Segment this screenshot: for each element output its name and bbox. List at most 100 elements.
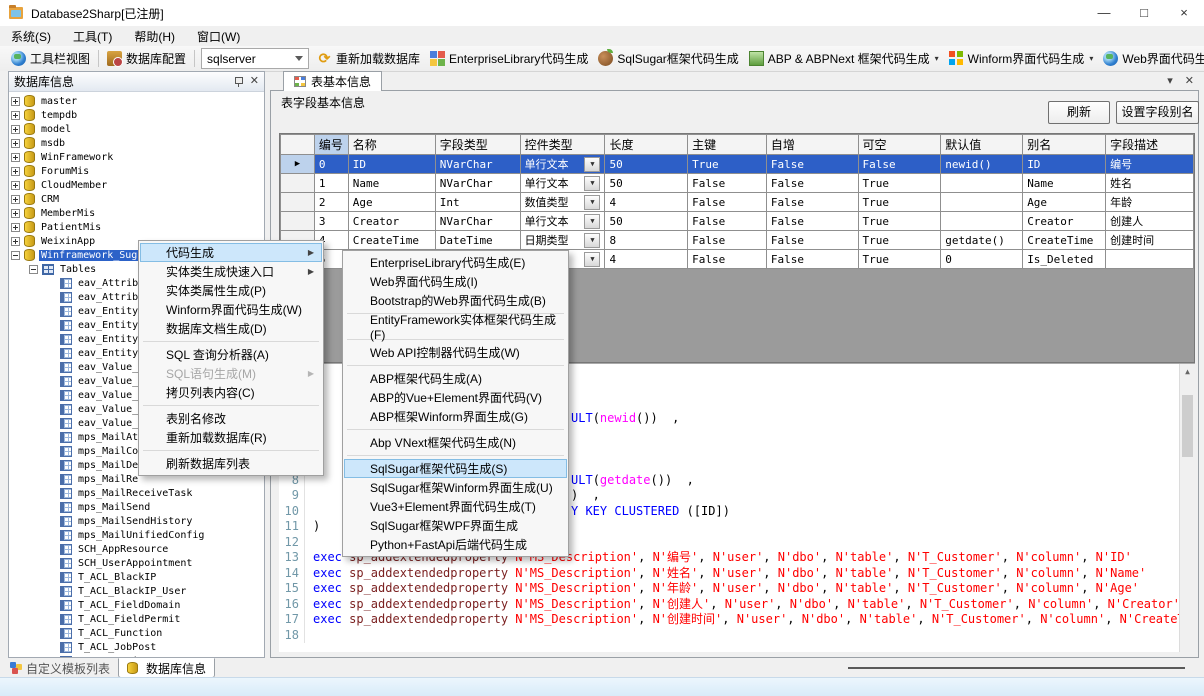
submenu-item[interactable]: ABP框架Winform界面生成(G) <box>344 407 567 426</box>
submenu-item[interactable]: Abp VNext框架代码生成(N) <box>344 433 567 452</box>
grid-cell[interactable]: ID <box>1023 155 1106 174</box>
grid-cell[interactable]: CreateTime <box>348 231 435 250</box>
grid-cell[interactable] <box>941 212 1023 231</box>
grid-cell[interactable]: Age <box>1023 193 1106 212</box>
grid-cell[interactable]: 2 <box>314 193 348 212</box>
row-header-cell[interactable] <box>281 212 315 231</box>
expand-icon[interactable] <box>11 111 20 120</box>
control-type-combo[interactable]: 单行文本▼ <box>525 156 601 172</box>
submenu-item[interactable]: ABP框架代码生成(A) <box>344 369 567 388</box>
submenu-item[interactable]: Vue3+Element界面代码生成(T) <box>344 497 567 516</box>
grid-cell[interactable]: False <box>688 231 767 250</box>
maximize-button[interactable]: □ <box>1124 0 1164 26</box>
grid-cell[interactable]: 姓名 <box>1106 174 1194 193</box>
context-menu-item[interactable]: 重新加载数据库(R) <box>140 428 322 447</box>
menu-help[interactable]: 帮助(H) <box>123 26 186 47</box>
tree-item[interactable]: mps_MailUnifiedConfig <box>11 528 264 542</box>
grid-cell[interactable]: True <box>858 250 941 269</box>
grid-cell[interactable]: True <box>688 155 767 174</box>
refresh-button[interactable]: 刷新 <box>1048 101 1110 124</box>
submenu-item[interactable]: SqlSugar框架Winform界面生成(U) <box>344 478 567 497</box>
grid-column-header[interactable]: 别名 <box>1023 135 1106 155</box>
grid-cell[interactable]: False <box>766 231 858 250</box>
context-menu-item[interactable]: 代码生成▶ <box>140 243 322 262</box>
grid-cell[interactable]: 8 <box>605 231 688 250</box>
context-menu-item[interactable]: 表别名修改 <box>140 409 322 428</box>
toolbar-winform-button[interactable]: Winform界面代码生成 ▾ <box>944 48 1099 69</box>
submenu-item[interactable]: EnterpriseLibrary代码生成(E) <box>344 253 567 272</box>
submenu-item[interactable]: Python+FastApi后端代码生成 <box>344 535 567 554</box>
grid-cell[interactable]: ID <box>348 155 435 174</box>
grid-cell[interactable]: 年龄 <box>1106 193 1194 212</box>
grid-cell[interactable]: True <box>858 174 941 193</box>
grid-cell[interactable]: newid() <box>941 155 1023 174</box>
grid-cell[interactable]: 创建时间 <box>1106 231 1194 250</box>
set-field-alias-button[interactable]: 设置字段别名 <box>1116 101 1199 124</box>
tree-item[interactable]: model <box>11 122 264 136</box>
context-menu-item[interactable]: 实体类生成快速入口▶ <box>140 262 322 281</box>
tree-item[interactable]: mps_MailReceiveTask <box>11 486 264 500</box>
context-menu-item[interactable]: 实体类属性生成(P) <box>140 281 322 300</box>
grid-row[interactable]: 4CreateTimeDateTime日期类型▼8FalseFalseTrueg… <box>281 231 1194 250</box>
grid-cell[interactable]: 50 <box>605 155 688 174</box>
tree-item[interactable]: msdb <box>11 136 264 150</box>
combo-dropdown-icon[interactable]: ▼ <box>584 214 600 229</box>
tree-item[interactable]: SCH_AppResource <box>11 542 264 556</box>
expand-icon[interactable] <box>11 153 20 162</box>
combo-dropdown-icon[interactable]: ▼ <box>584 252 600 267</box>
row-header-cell[interactable]: ▶ <box>281 155 315 174</box>
grid-column-header[interactable]: 主键 <box>688 135 767 155</box>
expand-icon[interactable] <box>11 181 20 190</box>
grid-cell[interactable]: False <box>766 250 858 269</box>
grid-cell[interactable]: NVarChar <box>435 174 520 193</box>
grid-cell[interactable]: 创建人 <box>1106 212 1194 231</box>
context-menu-item[interactable]: 刷新数据库列表 <box>140 454 322 473</box>
tree-item[interactable]: master <box>11 94 264 108</box>
row-header-cell[interactable] <box>281 193 315 212</box>
grid-cell[interactable]: CreateTime <box>1023 231 1106 250</box>
grid-column-header[interactable]: 长度 <box>605 135 688 155</box>
context-menu-item[interactable]: SQL 查询分析器(A) <box>140 345 322 364</box>
expand-icon[interactable] <box>11 139 20 148</box>
grid-cell[interactable]: False <box>766 155 858 174</box>
grid-cell[interactable]: Name <box>1023 174 1106 193</box>
grid-cell[interactable]: 4 <box>605 193 688 212</box>
pin-icon[interactable] <box>234 77 243 86</box>
expand-icon[interactable] <box>11 125 20 134</box>
grid-cell[interactable]: False <box>688 212 767 231</box>
grid-cell[interactable]: False <box>766 212 858 231</box>
expand-icon[interactable] <box>11 237 20 246</box>
tree-item[interactable]: MemberMis <box>11 206 264 220</box>
tree-item[interactable]: ForumMis <box>11 164 264 178</box>
combo-dropdown-icon[interactable]: ▼ <box>584 233 600 248</box>
grid-cell[interactable]: 0 <box>314 155 348 174</box>
row-header-cell[interactable] <box>281 174 315 193</box>
grid-cell[interactable]: Creator <box>1023 212 1106 231</box>
db-type-combobox[interactable]: sqlserver <box>201 48 309 69</box>
control-type-combo[interactable]: 单行文本▼ <box>525 213 601 229</box>
grid-cell[interactable]: 50 <box>605 174 688 193</box>
tab-custom-templates[interactable]: 自定义模板列表 <box>2 658 118 678</box>
close-button[interactable]: × <box>1164 0 1204 26</box>
collapse-icon[interactable] <box>29 265 38 274</box>
grid-column-header[interactable]: 编号 <box>314 135 348 155</box>
submenu-item[interactable]: Web界面代码生成(I) <box>344 272 567 291</box>
grid-cell[interactable]: 编号 <box>1106 155 1194 174</box>
menu-window[interactable]: 窗口(W) <box>186 26 251 47</box>
tree-item[interactable]: PatientMis <box>11 220 264 234</box>
window-list-icon[interactable]: ▾ <box>1167 74 1173 87</box>
grid-cell[interactable] <box>1106 250 1194 269</box>
tree-item[interactable]: WinFramework <box>11 150 264 164</box>
grid-cell[interactable]: Is_Deleted <box>1023 250 1106 269</box>
panel-close-icon[interactable]: ✕ <box>250 76 259 87</box>
submenu-item[interactable]: SqlSugar框架WPF界面生成 <box>344 516 567 535</box>
tree-item[interactable]: T_ACL_FieldPermit <box>11 612 264 626</box>
scroll-up-icon[interactable]: ▲ <box>1180 364 1195 379</box>
tree-item[interactable]: mps_MailSendHistory <box>11 514 264 528</box>
control-type-combo[interactable]: 数值类型▼ <box>525 194 601 210</box>
context-menu-item[interactable]: 数据库文档生成(D) <box>140 319 322 338</box>
tree-item[interactable]: mps_MailSend <box>11 500 264 514</box>
grid-cell[interactable]: 单行文本▼ <box>520 174 605 193</box>
grid-cell[interactable]: 单行文本▼ <box>520 212 605 231</box>
code-vertical-scrollbar[interactable]: ▲ <box>1179 364 1195 652</box>
